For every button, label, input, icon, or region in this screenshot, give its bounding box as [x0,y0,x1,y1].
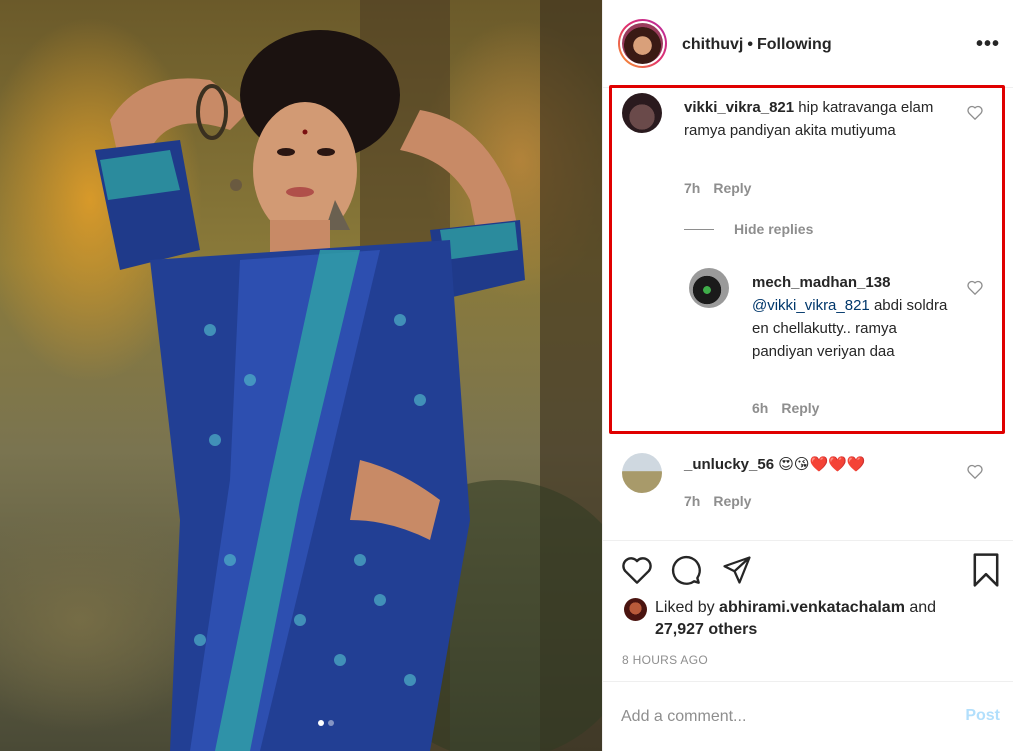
comment-username[interactable]: _unlucky_56 [684,456,774,473]
comment-bubble-icon[interactable] [670,554,702,586]
comment-time: 7h [684,180,701,196]
comment-like-heart-icon[interactable] [967,105,983,120]
comment-like-heart-icon[interactable] [967,464,983,479]
comment-body: vikki_vikra_821 hip katravanga elam ramy… [684,96,954,142]
comment-meta: 7h Reply [684,180,764,196]
likes-prefix: Liked by [655,599,715,616]
follow-status-button[interactable]: Following [757,36,832,53]
comment-reply-button[interactable]: Reply [713,180,751,196]
hide-replies-label: Hide replies [734,221,814,237]
likes-others-link[interactable]: 27,927 others [655,621,757,638]
reply-reply-button[interactable]: Reply [781,400,819,416]
reply-time: 6h [752,400,769,416]
post-timestamp[interactable]: 8 HOURS AGO [622,653,708,667]
reply-username[interactable]: mech_madhan_138 [752,274,890,291]
reply-meta: 6h Reply [752,400,832,416]
reply-like-heart-icon[interactable] [967,280,983,295]
comment-body: _unlucky_56 😍😘❤️❤️❤️ [684,453,954,476]
reply-body: mech_madhan_138 @vikki_vikra_821 abdi so… [752,271,952,363]
owner-separator: • [747,36,753,53]
commenter-avatar[interactable] [622,453,662,493]
add-comment-bar: Post [603,681,1013,751]
carousel-dot [328,720,334,726]
likes-summary: Liked by abhirami.venkatachalam and 27,9… [655,597,995,641]
more-horizontal-icon[interactable]: ••• [976,34,1000,54]
woman-in-blue-saree-image [95,0,602,751]
action-bar [603,540,1013,541]
post-photo[interactable] [0,0,602,751]
carousel-indicator [318,720,334,726]
liker-avatar[interactable] [624,598,647,621]
comment-time: 7h [684,493,701,509]
heart-icon[interactable] [621,555,653,585]
reply-avatar[interactable] [689,268,729,308]
liker-username[interactable]: abhirami.venkatachalam [719,599,905,616]
post-comment-button[interactable]: Post [965,707,1000,725]
paper-plane-icon[interactable] [721,555,753,585]
owner-line: chithuvj • Following [682,36,832,54]
owner-avatar[interactable] [618,19,667,68]
likes-conjunction: and [909,599,937,616]
carousel-dot-active [318,720,324,726]
bookmark-icon[interactable] [972,553,1000,587]
comment-text: 😍😘❤️❤️❤️ [778,456,866,473]
commenter-avatar[interactable] [622,93,662,133]
post-side-panel: chithuvj • Following ••• vikki_vikra_821 h… [602,0,1013,751]
comment-meta: 7h Reply [684,493,764,509]
reply-mention[interactable]: @vikki_vikra_821 [752,297,870,314]
hide-replies-line [684,228,714,230]
owner-username[interactable]: chithuvj [682,36,743,53]
comment-reply-button[interactable]: Reply [713,493,751,509]
hide-replies-toggle[interactable]: Hide replies [684,221,813,237]
comment-username[interactable]: vikki_vikra_821 [684,99,794,116]
add-comment-input[interactable] [621,704,951,730]
post-header: chithuvj • Following ••• [603,0,1013,88]
